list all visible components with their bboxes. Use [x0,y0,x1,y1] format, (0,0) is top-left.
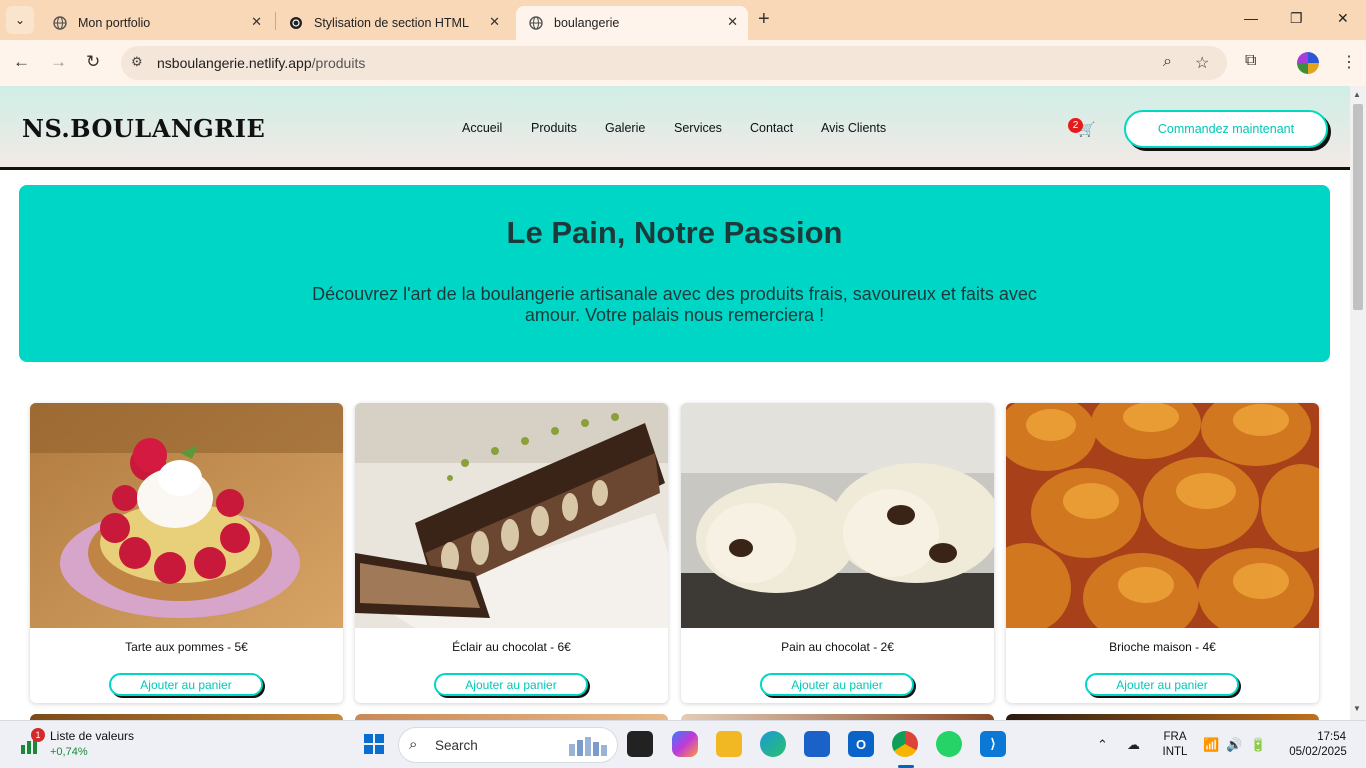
tray-overflow-icon[interactable]: ⌃ [1097,737,1108,753]
url-text[interactable]: nsboulangerie.netlify.app/produits [157,55,365,71]
chrome-icon[interactable] [892,731,918,757]
globe-icon [52,15,68,31]
volume-icon[interactable]: 🔊 [1226,737,1242,753]
product-card: Tarte aux pommes - 5€ Ajouter au panier [30,403,343,703]
restore-icon[interactable]: ❐ [1290,10,1303,27]
zoom-icon[interactable]: ⌕ [1163,53,1172,71]
product-title: Brioche maison - 4€ [1109,640,1216,654]
product-title: Pain au chocolat - 2€ [781,640,894,654]
profile-avatar[interactable] [1297,52,1319,74]
product-card: Brioche maison - 4€ Ajouter au panier [1006,403,1319,703]
reload-icon[interactable]: ↻ [86,52,100,72]
nav-link-accueil[interactable]: Accueil [462,121,502,135]
minimize-icon[interactable]: — [1244,10,1258,26]
windows-start-icon[interactable] [361,731,387,757]
search-icon: ⌕ [409,736,418,753]
file-explorer-icon[interactable] [716,731,742,757]
product-image-brioche [1006,403,1319,643]
order-now-button[interactable]: Commandez maintenant [1124,110,1328,148]
nav-link-services[interactable]: Services [674,121,722,135]
forward-icon[interactable]: → [50,52,67,72]
product-title: Éclair au chocolat - 6€ [452,640,571,654]
product-card: Éclair au chocolat - 6€ Ajouter au panie… [355,403,668,703]
more-menu-icon[interactable]: ⋮ [1341,52,1357,72]
add-to-cart-button[interactable]: Ajouter au panier [434,673,588,696]
whatsapp-icon[interactable] [936,731,962,757]
globe-icon [528,15,544,31]
browser-tabstrip: ⌄ Mon portfolio ✕ Stylisation de section… [0,0,1366,40]
openai-icon [288,15,304,31]
close-icon[interactable]: ✕ [489,14,500,30]
onedrive-icon[interactable]: ☁ [1127,737,1140,753]
web-page: NS.BOULANGRIE Accueil Produits Galerie S… [0,86,1350,720]
edge-icon[interactable] [760,731,786,757]
outlook-icon[interactable]: O [848,731,874,757]
product-image-pain-au-chocolat [681,403,994,628]
store-icon[interactable] [804,731,830,757]
widget-title[interactable]: Liste de valeurs [50,729,134,743]
back-icon[interactable]: ← [13,52,30,72]
tab-mon-portfolio[interactable]: Mon portfolio ✕ [40,6,272,40]
wifi-icon[interactable]: 📶 [1203,737,1219,753]
scrollbar-thumb[interactable] [1353,104,1363,310]
search-label: Search [435,738,478,753]
tab-stylisation[interactable]: Stylisation de section HTML ✕ [276,6,510,40]
nav-link-produits[interactable]: Produits [531,121,577,135]
tab-search-button[interactable]: ⌄ [6,6,34,34]
site-info-icon[interactable]: ⚙ [131,54,143,70]
widget-value: +0,74% [50,746,88,758]
product-card: Pain au chocolat - 2€ Ajouter au panier [681,403,994,703]
windows-taskbar: 1 Liste de valeurs +0,74% ⌕ Search O ⟩ ⌃… [0,720,1366,768]
close-window-icon[interactable]: ✕ [1337,10,1349,27]
task-view-icon[interactable] [627,731,653,757]
add-to-cart-button[interactable]: Ajouter au panier [1085,673,1239,696]
nav-link-galerie[interactable]: Galerie [605,121,645,135]
nav-link-avis-clients[interactable]: Avis Clients [821,121,886,135]
tab-title: Mon portfolio [78,16,151,30]
language-indicator[interactable]: FRA INTL [1160,730,1190,760]
add-to-cart-button[interactable]: Ajouter au panier [760,673,914,696]
close-icon[interactable]: ✕ [251,14,262,30]
cart-count-badge: 2 [1068,118,1083,133]
hero-title: Le Pain, Notre Passion [506,215,843,250]
scroll-up-icon[interactable]: ▲ [1353,90,1361,99]
taskbar-search[interactable]: ⌕ Search [398,727,618,763]
page-scrollbar[interactable]: ▲ ▼ [1350,86,1366,720]
product-image-eclair [355,403,668,628]
tab-title: boulangerie [554,16,620,30]
site-header: NS.BOULANGRIE Accueil Produits Galerie S… [0,86,1350,170]
search-highlight-icon [569,737,607,756]
new-tab-icon[interactable]: + [758,8,770,31]
extensions-icon[interactable]: ⧉ [1245,52,1256,70]
tab-title: Stylisation de section HTML [314,16,469,30]
tab-boulangerie[interactable]: boulangerie ✕ [516,6,748,40]
hero-text: Découvrez l'art de la boulangerie artisa… [312,284,1037,325]
bookmark-star-icon[interactable]: ☆ [1195,53,1209,73]
site-logo[interactable]: NS.BOULANGRIE [22,114,265,143]
product-title: Tarte aux pommes - 5€ [125,640,248,654]
add-to-cart-button[interactable]: Ajouter au panier [109,673,263,696]
clock[interactable]: 17:54 05/02/2025 [1280,730,1356,760]
copilot-icon[interactable] [672,731,698,757]
widget-notification-badge: 1 [31,728,45,742]
browser-toolbar: ← → ↻ ⚙ nsboulangerie.netlify.app/produi… [0,40,1366,86]
address-bar[interactable]: ⚙ nsboulangerie.netlify.app/produits ⌕ ☆ [121,46,1227,80]
close-icon[interactable]: ✕ [727,14,738,30]
battery-icon[interactable]: 🔋 [1250,737,1266,753]
vscode-icon[interactable]: ⟩ [980,731,1006,757]
nav-link-contact[interactable]: Contact [750,121,793,135]
hero-banner: Le Pain, Notre Passion Découvrez l'art d… [19,185,1330,362]
scroll-down-icon[interactable]: ▼ [1353,704,1361,713]
product-image-tarte [30,403,343,628]
